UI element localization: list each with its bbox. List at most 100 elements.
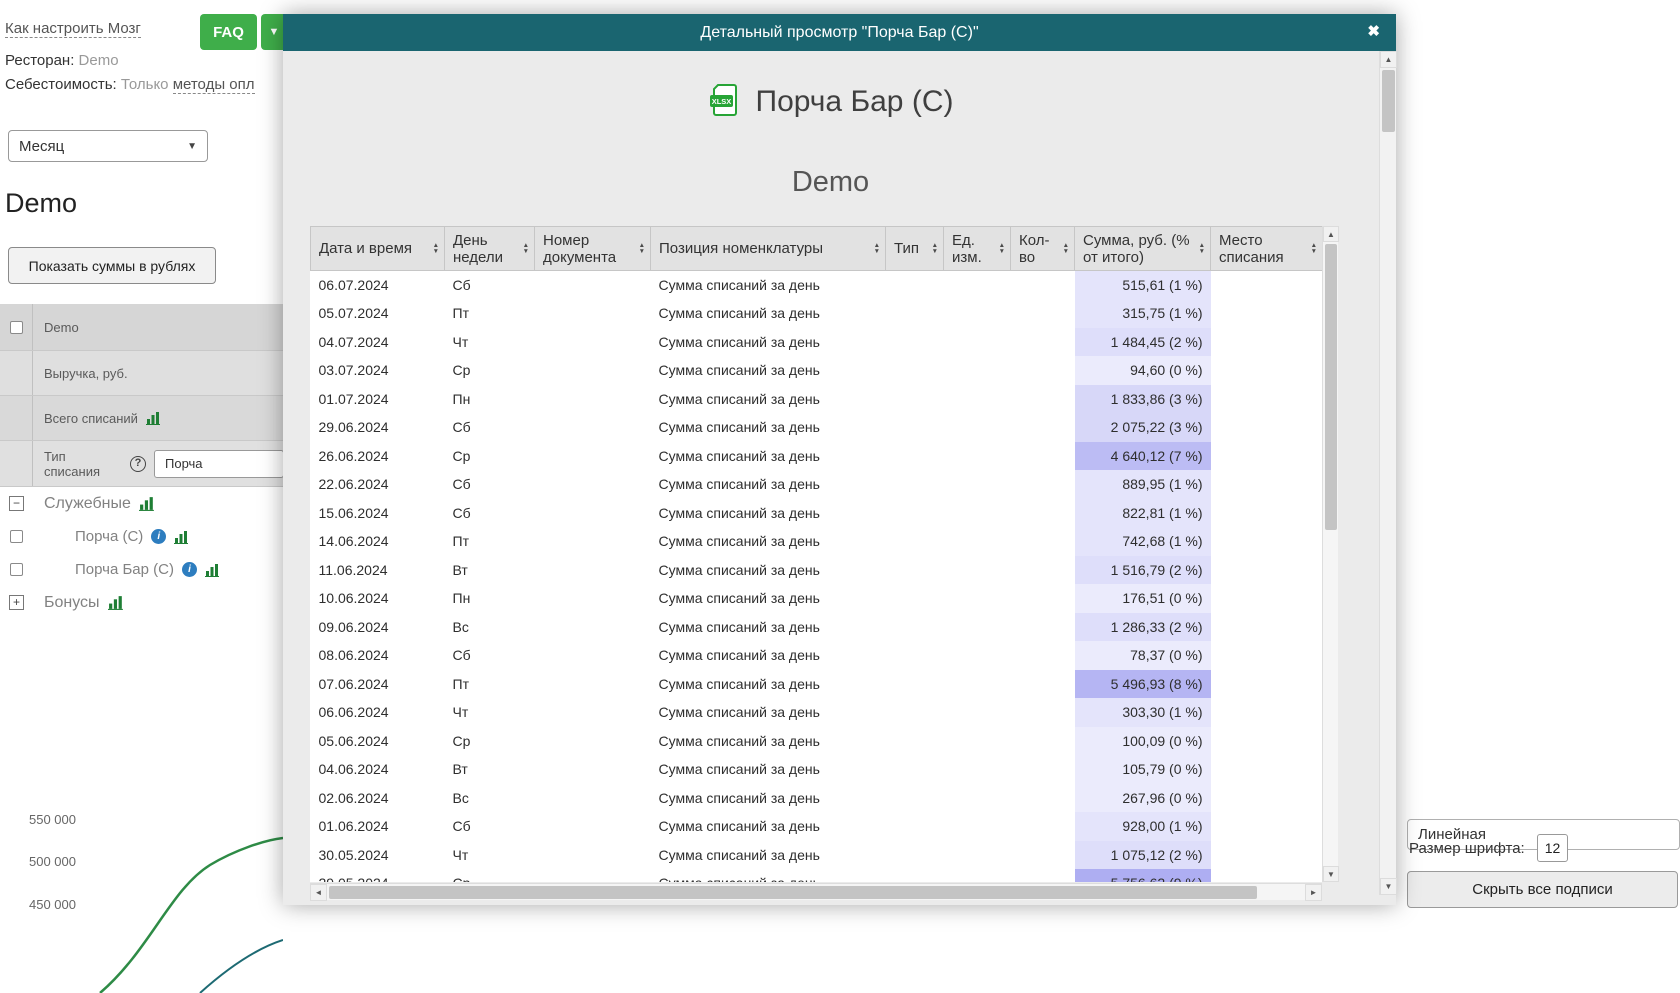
scroll-left-icon[interactable]: ◄ bbox=[310, 884, 327, 901]
cell-unit bbox=[944, 442, 1011, 471]
column-header[interactable]: Место списания▲▼ bbox=[1211, 227, 1323, 271]
sort-icon[interactable]: ▲▼ bbox=[999, 243, 1005, 254]
bar-chart-icon[interactable] bbox=[205, 563, 221, 577]
cell-doc-number bbox=[535, 841, 651, 870]
tree-row-total-writeoffs[interactable]: Всего списаний bbox=[0, 396, 284, 441]
cell-type bbox=[886, 784, 944, 813]
close-icon[interactable]: ✖ bbox=[1367, 23, 1380, 41]
tree-row-writeoff-type[interactable]: Тип списания ? Порча bbox=[0, 441, 284, 487]
table-vertical-scrollbar[interactable]: ▲ ▼ bbox=[1322, 226, 1338, 882]
tree-row-revenue[interactable]: Выручка, руб. bbox=[0, 351, 284, 396]
sort-icon[interactable]: ▲▼ bbox=[874, 243, 880, 254]
help-icon[interactable]: ? bbox=[130, 456, 146, 472]
sort-icon[interactable]: ▲▼ bbox=[1063, 243, 1069, 254]
cell-sum: 4 640,12 (7 %) bbox=[1075, 442, 1211, 471]
tree-row-service-group[interactable]: − Служебные bbox=[0, 487, 284, 520]
cell-place bbox=[1211, 442, 1323, 471]
scroll-down-icon[interactable]: ▼ bbox=[1323, 866, 1339, 882]
cell-type bbox=[886, 499, 944, 528]
writeoff-type-select[interactable]: Порча bbox=[154, 450, 284, 478]
column-header-label: Кол-во bbox=[1019, 232, 1060, 266]
collapse-icon[interactable]: − bbox=[9, 496, 24, 511]
column-header-label: Позиция номенклатуры bbox=[659, 240, 823, 257]
cell-sum: 78,37 (0 %) bbox=[1075, 641, 1211, 670]
cell-doc-number bbox=[535, 613, 651, 642]
tree-row-porcha-bar[interactable]: Порча Бар (С) i bbox=[0, 553, 284, 586]
modal-vertical-scrollbar[interactable]: ▲ ▼ bbox=[1379, 51, 1396, 895]
sort-icon[interactable]: ▲▼ bbox=[639, 243, 645, 254]
cell-position: Сумма списаний за день bbox=[651, 584, 886, 613]
column-header[interactable]: Тип▲▼ bbox=[886, 227, 944, 271]
cell-day: Ср bbox=[445, 356, 535, 385]
period-select[interactable]: Месяц ▼ bbox=[8, 130, 208, 162]
scroll-up-icon[interactable]: ▲ bbox=[1323, 226, 1339, 242]
scroll-down-icon[interactable]: ▼ bbox=[1380, 878, 1397, 895]
cell-place bbox=[1211, 727, 1323, 756]
restaurant-line: Ресторан: Demo bbox=[5, 52, 119, 69]
demo-checkbox[interactable] bbox=[10, 321, 23, 334]
cost-label: Себестоимость: bbox=[5, 76, 117, 93]
cell-qty bbox=[1011, 812, 1075, 841]
scrollbar-thumb[interactable] bbox=[1325, 244, 1337, 530]
sort-icon[interactable]: ▲▼ bbox=[1199, 243, 1205, 254]
cell-place bbox=[1211, 499, 1323, 528]
info-icon[interactable]: i bbox=[182, 562, 197, 577]
xlsx-file-icon[interactable]: XLSX bbox=[708, 82, 744, 123]
sort-icon[interactable]: ▲▼ bbox=[433, 243, 439, 254]
cell-date: 08.06.2024 bbox=[311, 641, 445, 670]
column-header[interactable]: Позиция номенклатуры ▲▼ bbox=[651, 227, 886, 271]
scrollbar-thumb[interactable] bbox=[329, 886, 1257, 899]
table-horizontal-scrollbar[interactable]: ◄ ► bbox=[310, 883, 1322, 900]
bar-chart-icon[interactable] bbox=[174, 530, 190, 544]
setup-brain-link[interactable]: Как настроить Мозг bbox=[5, 20, 141, 38]
cell-date: 30.05.2024 bbox=[311, 841, 445, 870]
cell-place bbox=[1211, 670, 1323, 699]
show-rubles-button[interactable]: Показать суммы в рублях bbox=[8, 247, 216, 284]
scrollbar-thumb[interactable] bbox=[1382, 70, 1395, 132]
column-header[interactable]: Кол-во▲▼ bbox=[1011, 227, 1075, 271]
restaurant-label: Ресторан: bbox=[5, 52, 74, 69]
cell-qty bbox=[1011, 470, 1075, 499]
column-header[interactable]: Дата и время▲▼ bbox=[311, 227, 445, 271]
tree-row-bonuses[interactable]: + Бонусы bbox=[0, 586, 284, 619]
cell-date: 01.06.2024 bbox=[311, 812, 445, 841]
table-row: 02.06.2024ВсСумма списаний за день267,96… bbox=[311, 784, 1323, 813]
cell-type bbox=[886, 442, 944, 471]
scroll-right-icon[interactable]: ► bbox=[1305, 884, 1322, 901]
table-row: 06.07.2024СбСумма списаний за день515,61… bbox=[311, 271, 1323, 300]
bar-chart-icon[interactable] bbox=[146, 411, 162, 425]
cell-unit bbox=[944, 869, 1011, 882]
payment-methods-link[interactable]: методы опл bbox=[173, 76, 255, 94]
info-icon[interactable]: i bbox=[151, 529, 166, 544]
bar-chart-icon[interactable] bbox=[108, 595, 125, 610]
sort-icon[interactable]: ▲▼ bbox=[932, 243, 938, 254]
cell-date: 29.05.2024 bbox=[311, 869, 445, 882]
tree-row-porcha[interactable]: Порча (С) i bbox=[0, 520, 284, 553]
cell-sum: 315,75 (1 %) bbox=[1075, 299, 1211, 328]
scroll-up-icon[interactable]: ▲ bbox=[1380, 51, 1397, 68]
tree-row-demo[interactable]: Demo bbox=[0, 304, 284, 351]
bar-chart-icon[interactable] bbox=[139, 496, 156, 511]
cell-sum: 267,96 (0 %) bbox=[1075, 784, 1211, 813]
column-header[interactable]: Номер документа▲▼ bbox=[535, 227, 651, 271]
table-row: 06.06.2024ЧтСумма списаний за день303,30… bbox=[311, 698, 1323, 727]
hide-labels-button[interactable]: Скрыть все подписи bbox=[1407, 871, 1678, 908]
cell-qty bbox=[1011, 641, 1075, 670]
cell-doc-number bbox=[535, 556, 651, 585]
cell-place bbox=[1211, 299, 1323, 328]
font-size-input[interactable] bbox=[1537, 834, 1568, 862]
faq-button[interactable]: FAQ bbox=[200, 14, 257, 50]
porcha-bar-checkbox[interactable] bbox=[10, 563, 23, 576]
porcha-checkbox[interactable] bbox=[10, 530, 23, 543]
sort-icon[interactable]: ▲▼ bbox=[1311, 243, 1317, 254]
cell-date: 04.06.2024 bbox=[311, 755, 445, 784]
sort-icon[interactable]: ▲▼ bbox=[523, 243, 529, 254]
cell-sum: 100,09 (0 %) bbox=[1075, 727, 1211, 756]
column-header[interactable]: Сумма, руб. (% от итого)▲▼ bbox=[1075, 227, 1211, 271]
cell-day: Чт bbox=[445, 328, 535, 357]
expand-icon[interactable]: + bbox=[9, 595, 24, 610]
column-header[interactable]: День недели▲▼ bbox=[445, 227, 535, 271]
column-header[interactable]: Ед. изм.▲▼ bbox=[944, 227, 1011, 271]
tree-label-demo: Demo bbox=[44, 320, 79, 335]
writeoff-type-value: Порча bbox=[165, 456, 203, 471]
